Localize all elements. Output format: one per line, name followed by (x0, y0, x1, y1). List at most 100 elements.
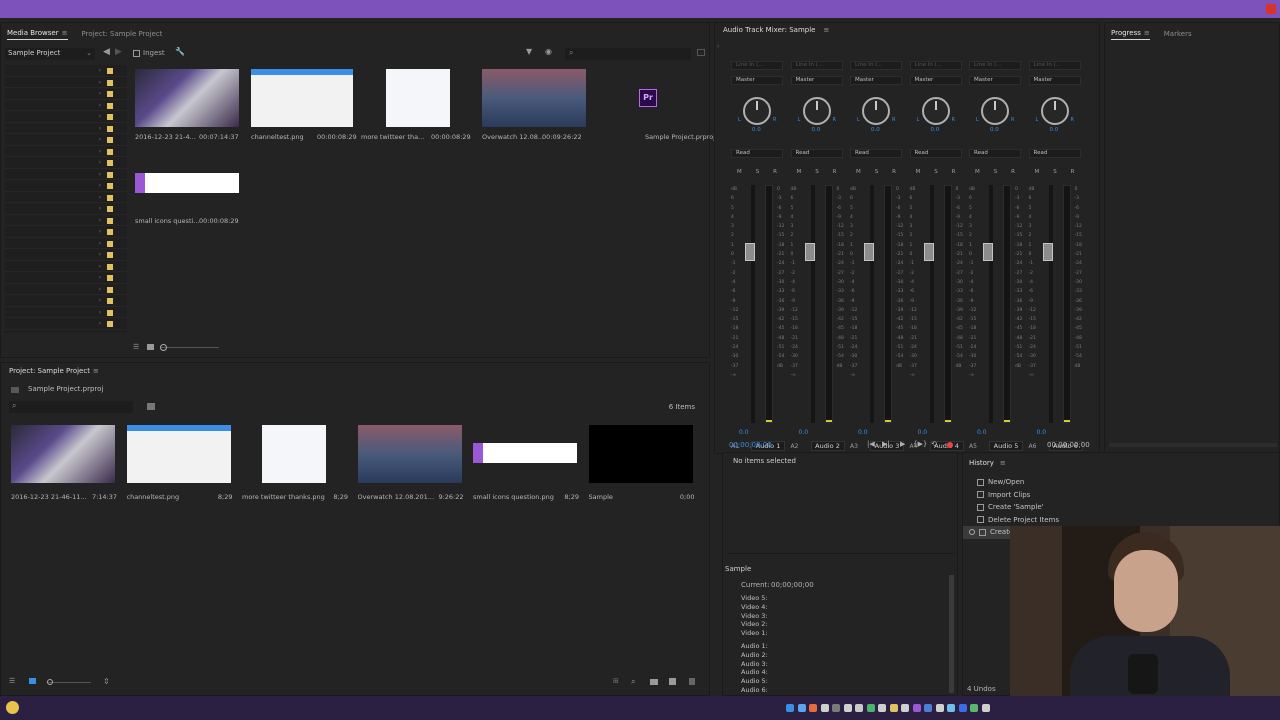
panel-menu-icon[interactable]: ≡ (1144, 29, 1150, 37)
folder-tree-row[interactable]: › (5, 215, 127, 226)
panel-menu-icon[interactable]: ≡ (823, 26, 829, 34)
chevron-right-icon[interactable]: › (99, 228, 101, 235)
play-icon[interactable]: ▶ (900, 440, 905, 448)
volume-value[interactable]: 0.0 (799, 429, 809, 436)
app-icon[interactable] (947, 704, 955, 712)
track-r-button[interactable]: R (952, 169, 956, 175)
pan-value[interactable]: 0.0 (812, 127, 821, 133)
chevron-right-icon[interactable]: › (99, 102, 101, 109)
folder-tree-row[interactable]: › (5, 238, 127, 249)
app-icon[interactable] (866, 704, 875, 712)
new-bin-icon[interactable] (147, 403, 155, 410)
volume-fader-track[interactable] (989, 185, 993, 423)
app-icon[interactable] (809, 704, 817, 712)
chevron-right-icon[interactable]: › (99, 148, 101, 155)
folder-tree-row[interactable]: › (5, 307, 127, 318)
search-input[interactable]: ⌕ (565, 48, 691, 60)
automation-mode-dropdown[interactable]: Read (731, 149, 783, 158)
media-browser-item[interactable]: small icons questi... 00:00:08:29 (135, 173, 247, 243)
timecode-current[interactable]: 00;00;00;00 (729, 441, 772, 449)
volume-value[interactable]: 0.0 (858, 429, 868, 436)
app-icon[interactable] (935, 704, 944, 712)
folder-tree-row[interactable]: › (5, 226, 127, 238)
automation-mode-dropdown[interactable]: Read (969, 149, 1021, 158)
input-dropdown[interactable]: Line In (... (969, 61, 1021, 70)
filter-icon[interactable]: ▼ (526, 47, 532, 56)
loop-icon[interactable]: ⟲ (931, 440, 937, 448)
output-dropdown[interactable]: Master (731, 76, 783, 85)
pan-value[interactable]: 0.0 (931, 127, 940, 133)
go-to-out-icon[interactable]: ▶| (882, 440, 890, 448)
pan-value[interactable]: 0.0 (1050, 127, 1059, 133)
media-browser-item[interactable]: more twitteer tha... 00:00:08:29 (361, 69, 477, 149)
play-in-to-out-icon[interactable]: {▶} (913, 440, 927, 448)
track-r-button[interactable]: R (833, 169, 837, 175)
list-view-icon[interactable]: ☰ (133, 343, 139, 351)
icon-view-icon[interactable] (147, 344, 154, 350)
folder-tree-row[interactable]: › (5, 203, 127, 215)
folder-tree-row[interactable]: › (5, 249, 127, 261)
go-to-in-icon[interactable]: |◀ (867, 440, 875, 448)
chevron-right-icon[interactable]: › (99, 240, 101, 247)
volume-fader-handle[interactable] (1042, 243, 1053, 261)
history-item[interactable]: Import Clips (963, 489, 1083, 502)
folder-tree-row[interactable]: › (5, 284, 127, 295)
track-s-button[interactable]: S (756, 169, 760, 175)
zoom-slider-handle[interactable] (160, 344, 167, 351)
track-m-button[interactable]: M (737, 169, 742, 175)
track-m-button[interactable]: M (1035, 169, 1040, 175)
project-item[interactable]: channeltest.png 8;29 (126, 425, 239, 505)
media-browser-item[interactable]: Overwatch 12.08... 00:09:26:22 (482, 69, 598, 149)
app-icon[interactable] (843, 704, 852, 712)
folder-tree-row[interactable]: › (5, 100, 127, 111)
volume-fader-handle[interactable] (745, 243, 755, 261)
history-item[interactable]: New/Open (963, 476, 1083, 489)
input-dropdown[interactable]: Line In (... (790, 61, 843, 70)
track-r-button[interactable]: R (892, 169, 896, 175)
view-eye-icon[interactable]: ◉ (545, 47, 552, 56)
app-icon[interactable] (878, 704, 886, 712)
chevron-right-icon[interactable]: › (99, 159, 101, 166)
chevron-right-icon[interactable]: › (99, 79, 101, 86)
track-s-button[interactable]: S (994, 169, 998, 175)
volume-fader-track[interactable] (870, 185, 874, 423)
automation-mode-dropdown[interactable]: Read (850, 149, 902, 158)
app-icon[interactable] (786, 704, 794, 712)
icon-view-icon[interactable] (29, 678, 36, 684)
chevron-right-icon[interactable]: › (99, 136, 101, 143)
zoom-slider[interactable] (47, 682, 91, 683)
folder-tree-row[interactable]: › (5, 169, 127, 180)
folder-tree-row[interactable]: › (5, 77, 127, 88)
project-item[interactable]: small icons question.png 8;29 (473, 425, 585, 505)
output-dropdown[interactable]: Master (850, 76, 902, 85)
automate-to-sequence-icon[interactable]: ⊞ (613, 677, 619, 685)
output-dropdown[interactable]: Master (969, 76, 1021, 85)
track-m-button[interactable]: M (856, 169, 861, 175)
tab-progress[interactable]: Progress ≡ (1111, 29, 1150, 40)
track-m-button[interactable]: M (797, 169, 802, 175)
chevron-right-icon[interactable]: › (99, 113, 101, 120)
volume-fader-track[interactable] (751, 185, 755, 423)
project-panel-title[interactable]: Project: Sample Project ≡ (9, 367, 99, 375)
pan-knob[interactable] (862, 97, 890, 125)
list-view-icon[interactable]: ☰ (9, 677, 15, 685)
folder-tree-row[interactable]: › (5, 157, 127, 169)
app-icon[interactable] (832, 704, 840, 712)
chevron-right-icon[interactable]: › (99, 90, 101, 97)
track-s-button[interactable]: S (1053, 169, 1057, 175)
track-r-button[interactable]: R (1011, 169, 1015, 175)
folder-tree-row[interactable]: › (5, 146, 127, 157)
folder-tree[interactable]: › › › › › › › › › › › › › › › › › › › › › › › (5, 65, 127, 333)
automation-mode-dropdown[interactable]: Read (1028, 149, 1081, 158)
chevron-right-icon[interactable]: › (99, 251, 101, 258)
input-dropdown[interactable]: Line In (... (850, 61, 902, 70)
chevron-right-icon[interactable]: › (99, 297, 101, 304)
media-browser-item[interactable]: channeltest.png 00:00:08:29 (251, 69, 367, 149)
chevron-right-icon[interactable]: › (99, 217, 101, 224)
location-dropdown[interactable]: Sample Project ⌄ (5, 48, 95, 60)
volume-fader-handle[interactable] (864, 243, 874, 261)
app-icon[interactable] (889, 704, 898, 712)
app-icon[interactable] (901, 704, 909, 712)
chevron-right-icon[interactable]: › (99, 182, 101, 189)
app-icon[interactable] (970, 704, 978, 712)
